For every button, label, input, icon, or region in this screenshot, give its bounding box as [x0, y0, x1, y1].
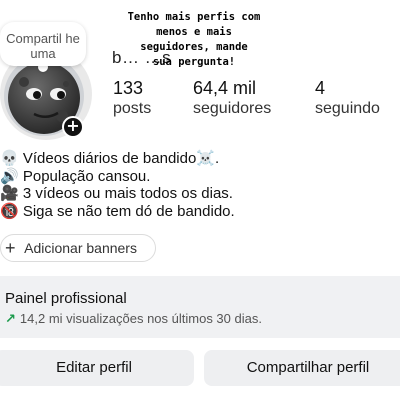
share-profile-button[interactable]: Compartilhar perfil: [204, 350, 400, 386]
professional-dashboard[interactable]: Painel profissional ↗ 14,2 mi visualizaçõ…: [0, 276, 400, 338]
bio-line: 🔊 População cansou.: [0, 167, 151, 185]
stat-followers[interactable]: 64,4 mil seguidores: [193, 78, 271, 120]
stat-following[interactable]: 4 seguindo: [315, 78, 380, 120]
profile-bio: 💀 Vídeos diários de bandido☠️. 🔊 Populaç…: [0, 150, 235, 220]
overlay-caption: Tenho mais perfis com menos e mais segui…: [127, 11, 261, 68]
stat-posts-label: posts: [113, 100, 152, 117]
add-story-button[interactable]: +: [62, 116, 84, 138]
note-text: Compartil he uma: [6, 31, 80, 61]
stat-following-value: 4: [315, 78, 326, 98]
edit-profile-button[interactable]: Editar perfil: [0, 350, 194, 386]
stat-followers-value: 64,4 mil: [193, 78, 257, 98]
plus-icon: +: [5, 238, 16, 258]
stat-followers-label: seguidores: [193, 100, 272, 117]
views-summary-text: 14,2 mi visualizações nos últimos 30 dia…: [19, 311, 262, 326]
professional-dashboard-title: Painel profissional: [5, 290, 127, 307]
stat-posts-value: 133: [113, 78, 144, 98]
professional-dashboard-summary: ↗ 14,2 mi visualizações nos últimos 30 di…: [5, 311, 262, 327]
bio-line: 🎥 3 vídeos ou mais todos os dias.: [0, 185, 233, 202]
trend-up-icon: ↗: [5, 311, 16, 326]
add-banners-label: Adicionar banners: [24, 240, 137, 256]
bio-line: 🔞 Siga se não tem dó de bandido.: [0, 202, 235, 220]
note-bubble[interactable]: Compartil he uma: [0, 22, 86, 66]
stat-posts[interactable]: 133 posts: [113, 78, 151, 120]
stat-following-label: seguindo: [315, 100, 380, 117]
bio-line: 💀 Vídeos diários de bandido☠️.: [0, 150, 220, 167]
add-banners-button[interactable]: + Adicionar banners: [0, 234, 156, 262]
